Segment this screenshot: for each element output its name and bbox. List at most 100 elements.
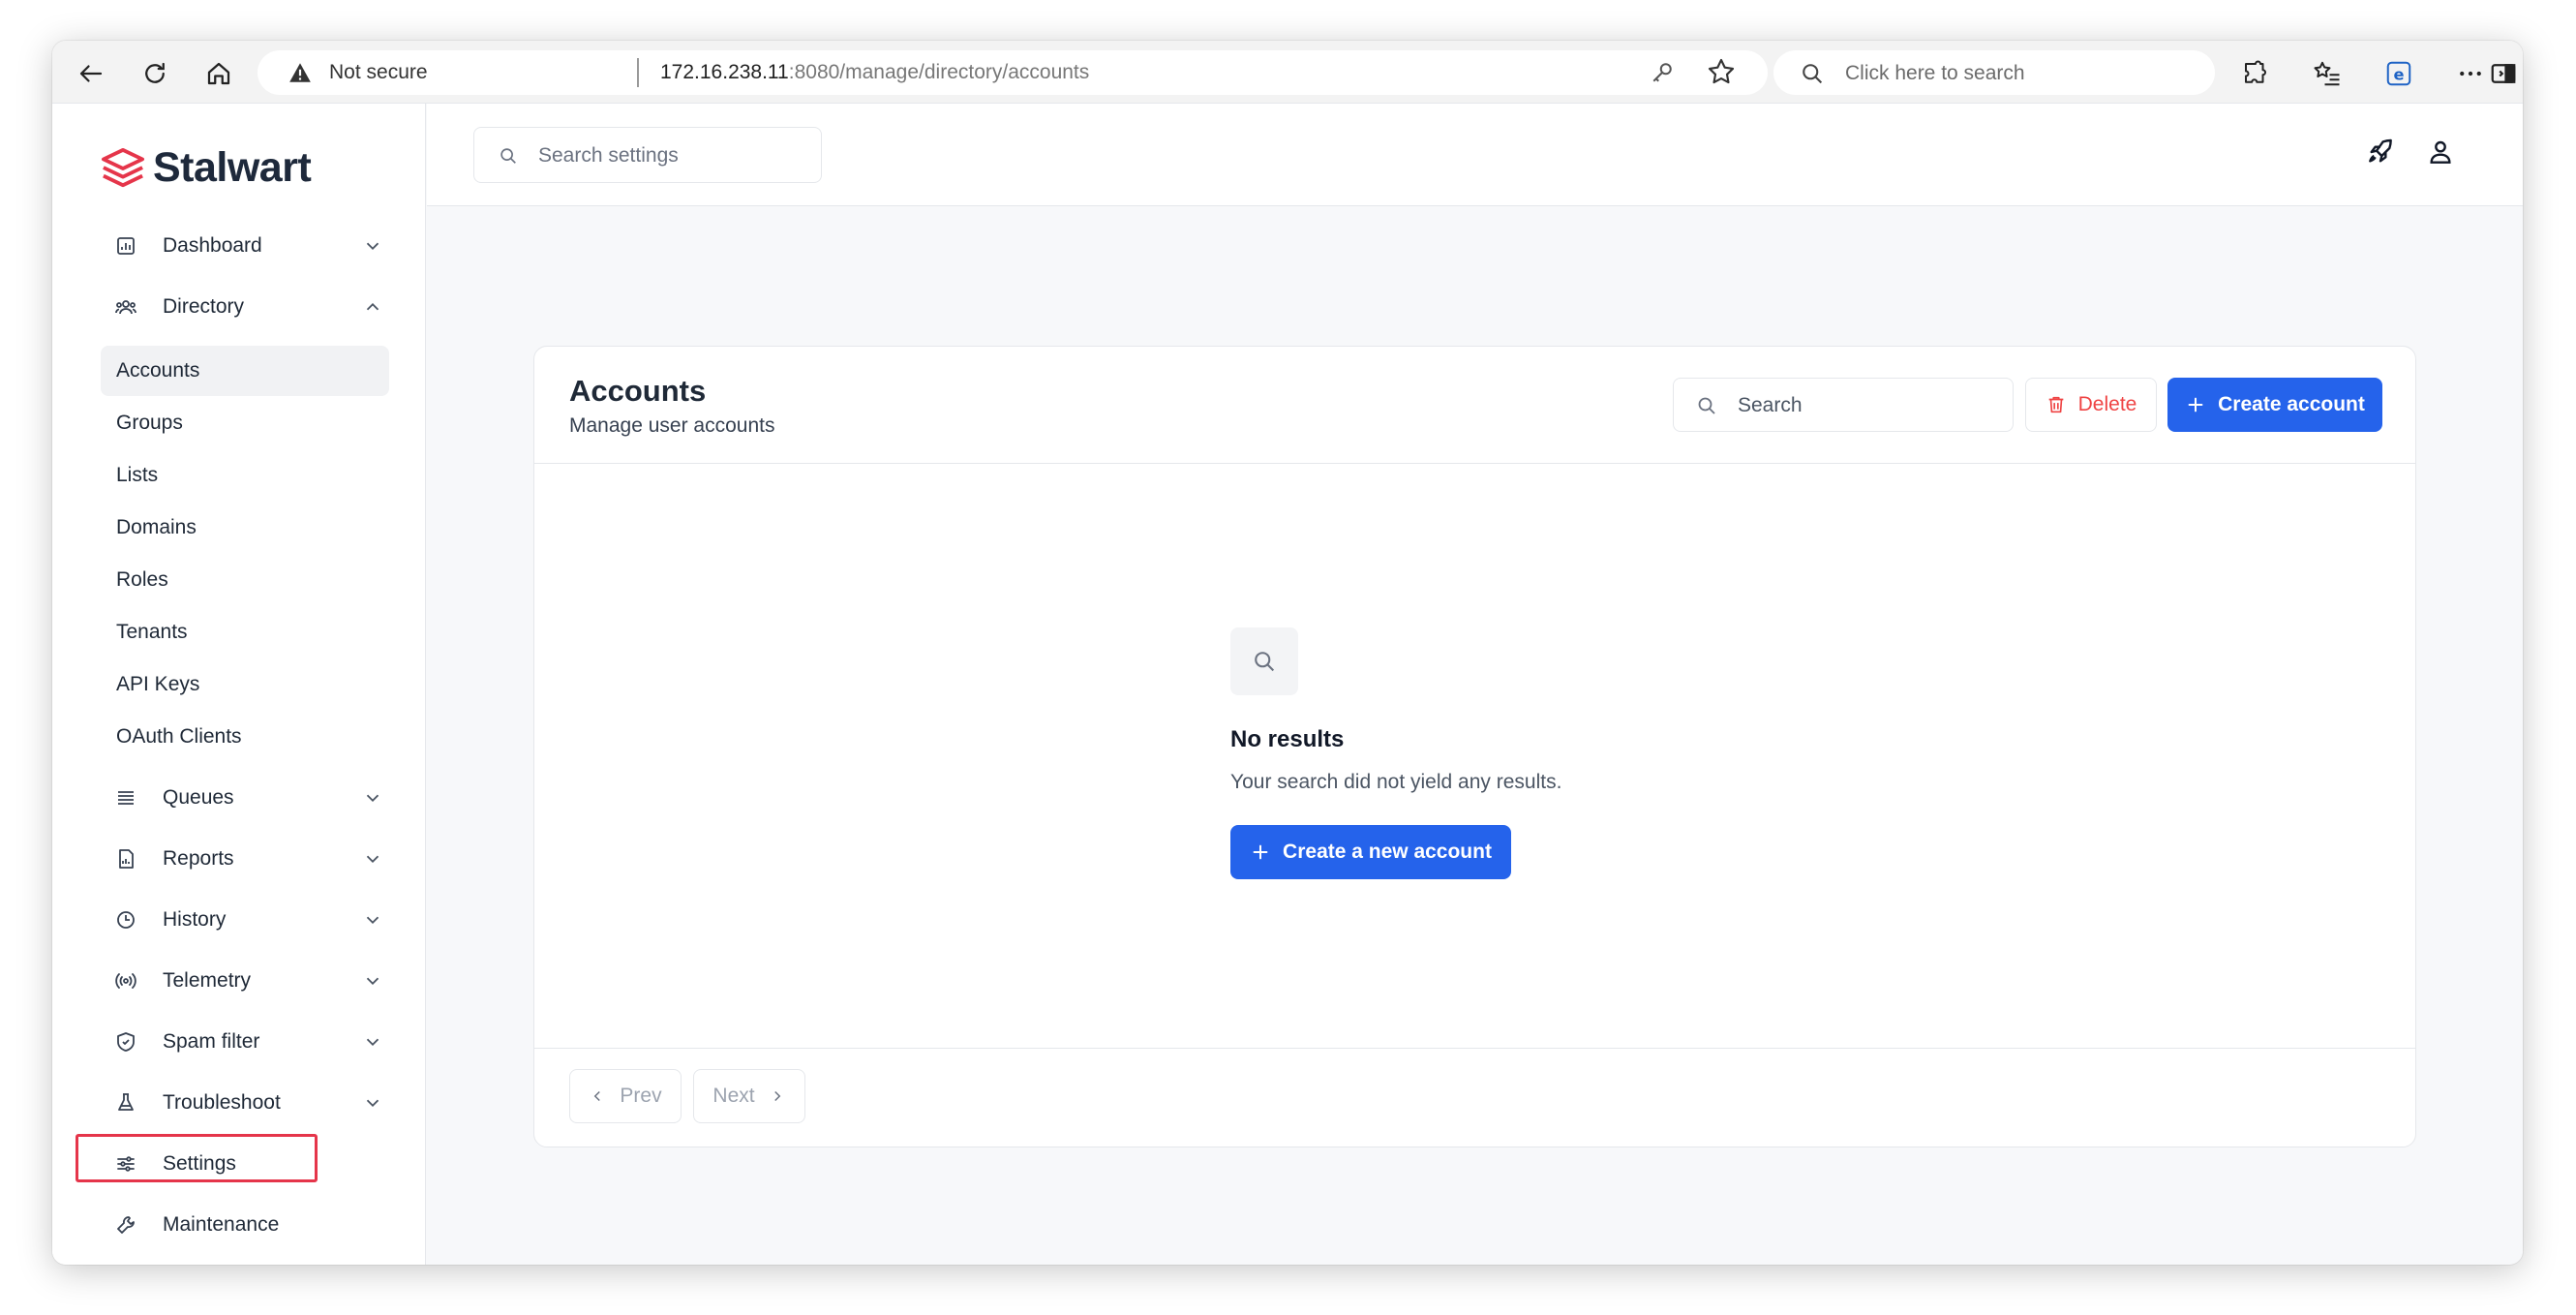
trash-icon (2048, 396, 2063, 413)
chevron-right-icon (773, 1090, 780, 1102)
app-topbar: Search settings (427, 104, 2523, 206)
nav-maintenance[interactable]: Maintenance (101, 1201, 397, 1249)
sub-item-lists[interactable]: Lists (101, 450, 389, 501)
key-icon[interactable] (1648, 58, 1677, 87)
sub-item-domains[interactable]: Domains (101, 503, 389, 553)
report-icon (114, 845, 141, 872)
nav-history[interactable]: History (101, 896, 397, 944)
address-bar[interactable]: Not secure 172.16.238.11:8080/manage/dir… (258, 50, 1768, 95)
empty-state-title: No results (1230, 726, 1345, 752)
card-footer-divider (534, 1048, 2415, 1049)
nav-directory[interactable]: Directory (101, 283, 397, 331)
stalwart-logo-icon (102, 147, 144, 187)
dashboard-icon (114, 232, 141, 260)
brand-logo[interactable]: Stalwart (101, 144, 312, 192)
nav-dashboard[interactable]: Dashboard (101, 222, 397, 270)
next-page-button[interactable]: Next (693, 1069, 805, 1123)
prev-page-button[interactable]: Prev (569, 1069, 682, 1123)
settings-search-input[interactable]: Search settings (473, 127, 822, 183)
plus-icon (1253, 844, 1268, 860)
sub-item-roles[interactable]: Roles (101, 555, 389, 605)
sub-item-groups[interactable]: Groups (101, 398, 389, 448)
page-subtitle: Manage user accounts (569, 414, 775, 437)
nav-spam-filter[interactable]: Spam filter (101, 1018, 397, 1066)
highlight-annotation (76, 1134, 318, 1182)
accounts-search-placeholder: Search (1738, 394, 1803, 416)
delete-button-label: Delete (2077, 393, 2137, 415)
plus-icon (2188, 397, 2203, 413)
search-icon (1803, 64, 1823, 84)
nav-queues[interactable]: Queues (101, 774, 397, 822)
search-icon (500, 148, 516, 164)
not-secure-label[interactable]: Not secure (329, 61, 428, 84)
back-icon[interactable] (72, 54, 110, 93)
refresh-icon[interactable] (136, 54, 174, 93)
browser-toolbar: Not secure 172.16.238.11:8080/manage/dir… (52, 41, 2523, 103)
svg-text:e: e (2393, 65, 2404, 83)
nav-reports-label: Reports (163, 847, 234, 870)
broadcast-icon (114, 967, 141, 994)
browser-search-placeholder: Click here to search (1845, 62, 2025, 84)
create-account-button[interactable]: Create account (2167, 378, 2382, 432)
home-icon[interactable] (199, 54, 238, 93)
sidebar: Stalwart Dashboard Directory Accounts Gr… (52, 104, 426, 1265)
create-new-account-button[interactable]: Create a new account (1230, 825, 1511, 879)
chevron-down-icon (366, 242, 379, 251)
card-header-divider (534, 463, 2415, 464)
sidebar-toggle-icon[interactable] (2484, 54, 2523, 93)
nav-history-label: History (163, 908, 227, 931)
empty-state-message: Your search did not yield any results. (1230, 771, 1562, 793)
chevron-down-icon (366, 1099, 379, 1108)
nav-dashboard-label: Dashboard (163, 234, 262, 257)
chevron-down-icon (366, 1038, 379, 1047)
chevron-down-icon (366, 855, 379, 864)
sub-item-accounts[interactable]: Accounts (101, 346, 389, 396)
chevron-up-icon (366, 302, 379, 311)
address-separator (637, 58, 639, 87)
nav-spam-filter-label: Spam filter (163, 1030, 260, 1053)
nav-troubleshoot[interactable]: Troubleshoot (101, 1079, 397, 1127)
create-new-account-label: Create a new account (1283, 841, 1492, 863)
sub-item-oauth-clients[interactable]: OAuth Clients (101, 712, 389, 762)
queue-icon (114, 784, 141, 811)
nav-reports[interactable]: Reports (101, 835, 397, 883)
url-text[interactable]: 172.16.238.11:8080/manage/directory/acco… (660, 61, 1089, 84)
search-icon (1698, 397, 1715, 414)
star-icon[interactable] (1706, 56, 1737, 87)
page-title: Accounts (569, 374, 707, 408)
users-icon (114, 293, 141, 321)
clock-icon (114, 906, 141, 933)
nav-telemetry[interactable]: Telemetry (101, 957, 397, 1005)
accounts-card: Accounts Manage user accounts Search Del… (533, 346, 2416, 1147)
url-host: 172.16.238.11 (660, 61, 789, 83)
empty-state-search-icon (1230, 627, 1298, 695)
nav-telemetry-label: Telemetry (163, 969, 252, 992)
next-label: Next (712, 1085, 755, 1107)
nav-directory-label: Directory (163, 295, 245, 318)
sub-item-tenants[interactable]: Tenants (101, 607, 389, 658)
user-icon[interactable] (2425, 137, 2456, 168)
flask-icon (114, 1089, 141, 1116)
warning-icon (289, 63, 311, 82)
wrench-icon (114, 1211, 141, 1239)
settings-search-placeholder: Search settings (538, 144, 679, 167)
delete-button[interactable]: Delete (2025, 378, 2157, 432)
sub-item-api-keys[interactable]: API Keys (101, 659, 389, 710)
extensions-icon[interactable] (2236, 54, 2275, 93)
browser-search-bar[interactable]: Click here to search (1773, 50, 2215, 95)
url-path: :8080/manage/directory/accounts (788, 61, 1090, 83)
chevron-left-icon (594, 1090, 601, 1102)
nav-maintenance-label: Maintenance (163, 1213, 280, 1236)
nav-troubleshoot-label: Troubleshoot (163, 1091, 281, 1114)
create-account-label: Create account (2218, 393, 2365, 415)
ie-mode-icon[interactable]: e (2379, 54, 2418, 93)
browser-window: Not secure 172.16.238.11:8080/manage/dir… (52, 41, 2523, 1265)
accounts-search-input[interactable]: Search (1673, 378, 2014, 432)
favorites-icon[interactable] (2308, 54, 2347, 93)
nav-queues-label: Queues (163, 786, 234, 809)
shield-icon (114, 1028, 141, 1055)
chevron-down-icon (366, 794, 379, 803)
rocket-icon[interactable] (2365, 137, 2396, 168)
prev-label: Prev (620, 1085, 662, 1107)
app-area: Stalwart Dashboard Directory Accounts Gr… (52, 103, 2523, 1265)
